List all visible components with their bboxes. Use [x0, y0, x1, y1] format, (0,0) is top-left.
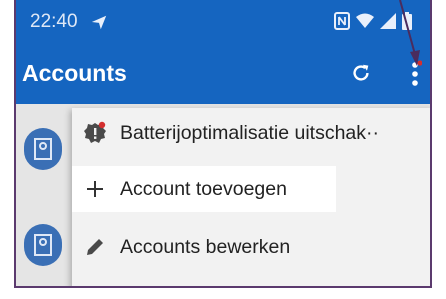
refresh-icon [353, 64, 369, 81]
account-icon [34, 234, 52, 256]
account-avatar[interactable] [24, 128, 62, 170]
phone-screenshot: 22:40 Accounts Batterijoptimalisatie uit… [14, 0, 432, 288]
wifi-icon [356, 13, 374, 28]
status-bar: 22:40 [16, 0, 430, 46]
refresh-button[interactable] [346, 58, 376, 88]
status-time: 22:40 [30, 11, 78, 32]
overflow-menu: Batterijoptimalisatie uitschak·· Account… [72, 108, 430, 286]
app-bar: Accounts [16, 46, 430, 104]
menu-item-edit-accounts[interactable]: Accounts bewerken [72, 224, 430, 270]
annotation-arrow-icon [399, 0, 420, 66]
menu-item-battery-optimization[interactable]: Batterijoptimalisatie uitschak·· [72, 110, 430, 156]
navigation-arrow-icon [91, 15, 107, 30]
account-avatar[interactable] [24, 224, 62, 266]
menu-item-label: Batterijoptimalisatie uitschak·· [120, 121, 380, 144]
settings-badge-icon [82, 120, 108, 146]
menu-item-label: Account toevoegen [120, 177, 287, 200]
nfc-icon [334, 12, 350, 30]
page-title: Accounts [22, 60, 127, 86]
menu-item-add-account[interactable]: Account toevoegen [72, 166, 336, 212]
plus-icon [82, 176, 108, 202]
account-icon [34, 138, 52, 160]
menu-item-label: Accounts bewerken [120, 235, 291, 258]
pencil-icon [82, 234, 108, 260]
